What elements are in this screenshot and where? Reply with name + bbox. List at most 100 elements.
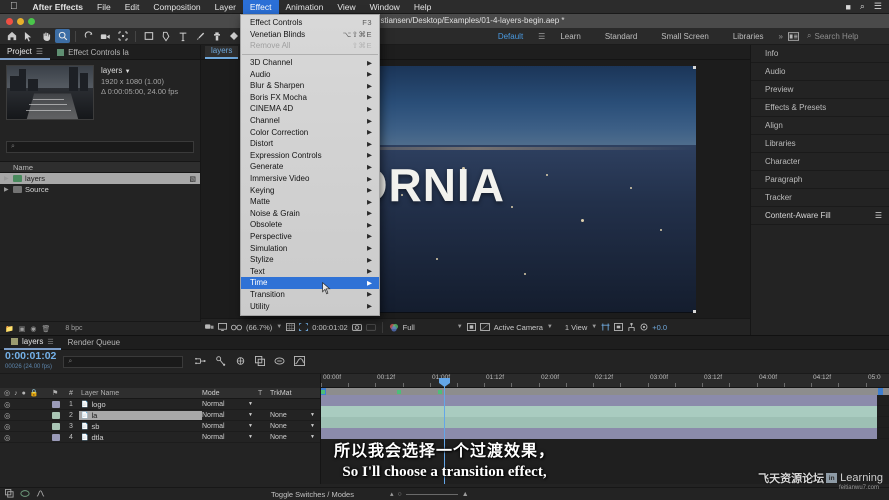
menu-item-perspective[interactable]: Perspective ▶ (241, 231, 379, 243)
graph-editor-icon[interactable] (294, 353, 306, 371)
chevron-down-icon[interactable]: ▼ (457, 324, 463, 330)
menu-item-audio[interactable]: Audio ▶ (241, 68, 379, 80)
menu-item-cinema-4d[interactable]: CINEMA 4D ▶ (241, 103, 379, 115)
motion-blur-toggle-icon[interactable] (20, 489, 30, 500)
table-row[interactable]: ◎ 1 📄 logo Normal ▼ (0, 399, 320, 410)
chevron-down-icon[interactable]: ▼ (276, 324, 282, 330)
view-layout-value[interactable]: 1 View (565, 323, 587, 332)
menu-item-simulation[interactable]: Simulation ▶ (241, 242, 379, 254)
menu-animation[interactable]: Animation (279, 0, 331, 14)
eraser-tool-icon[interactable] (226, 29, 241, 43)
sidebar-item-character[interactable]: Character (751, 153, 889, 171)
sidebar-item-libraries[interactable]: Libraries (751, 135, 889, 153)
eye-icon[interactable]: ◎ (4, 400, 11, 409)
sidebar-item-align[interactable]: Align (751, 117, 889, 135)
layer-switches[interactable]: ◎ (0, 411, 52, 420)
chevron-down-icon[interactable]: ▼ (310, 423, 315, 429)
monitor-icon[interactable] (218, 323, 227, 331)
track-row[interactable] (321, 417, 889, 428)
menu-window[interactable]: Window (363, 0, 407, 14)
menu-after-effects[interactable]: After Effects (26, 0, 91, 14)
project-row-source[interactable]: ▶ Source (0, 184, 200, 195)
menu-item-effect-controls[interactable]: Effect Controls F3 (241, 17, 379, 29)
chevron-down-icon[interactable]: ▼ (248, 401, 253, 407)
chevron-down-icon[interactable]: ▼ (547, 324, 553, 330)
project-search-input[interactable]: ⌕ (6, 141, 194, 153)
layer-label-color[interactable] (52, 422, 63, 430)
menu-item-generate[interactable]: Generate ▶ (241, 161, 379, 173)
table-row[interactable]: ◎ 3 📄 sb Normal ▼ None ▼ (0, 421, 320, 432)
tab-render-queue[interactable]: Render Queue (61, 336, 127, 350)
close-button[interactable] (6, 17, 13, 25)
table-row[interactable]: ◎ 4 📄 dtla Normal ▼ None ▼ (0, 432, 320, 443)
mask-icon[interactable] (479, 323, 490, 331)
workspace-settings-icon[interactable] (786, 29, 801, 43)
layer-name-cell[interactable]: 📄 logo (79, 400, 202, 409)
brush-tool-icon[interactable] (192, 29, 207, 43)
keyframe-marker[interactable] (438, 390, 442, 394)
work-area-end-handle[interactable] (878, 388, 883, 395)
table-row[interactable]: ◎ 2 📄 la Normal ▼ None ▼ (0, 410, 320, 421)
composition-flowchart-icon[interactable]: ▧ (189, 175, 200, 183)
control-center-icon[interactable]: ☰ (874, 1, 882, 12)
layer-name-cell[interactable]: 📄 la (79, 410, 202, 420)
menu-layer[interactable]: Layer (208, 0, 243, 14)
menu-item-venetian-blinds[interactable]: Venetian Blinds ⌥⇧⌘E (241, 29, 379, 41)
chevron-down-icon[interactable]: ▼ (248, 434, 253, 440)
menu-item-keying[interactable]: Keying ▶ (241, 184, 379, 196)
menu-item-stylize[interactable]: Stylize ▶ (241, 254, 379, 266)
maximize-button[interactable] (28, 17, 35, 25)
workspace-default[interactable]: Default (486, 28, 535, 45)
frame-blending-icon[interactable] (255, 353, 266, 371)
transparency-grid-icon[interactable] (466, 323, 476, 331)
region-of-interest-icon[interactable] (299, 323, 309, 331)
menu-help[interactable]: Help (407, 0, 438, 14)
hamburger-icon[interactable]: ☰ (535, 32, 548, 41)
sidebar-item-paragraph[interactable]: Paragraph (751, 171, 889, 189)
menu-item-obsolete[interactable]: Obsolete ▶ (241, 219, 379, 231)
zoom-slider-icon[interactable]: ○ (397, 491, 401, 498)
menu-composition[interactable]: Composition (146, 0, 207, 14)
menu-item-matte[interactable]: Matte ▶ (241, 196, 379, 208)
bit-depth-label[interactable]: 8 bpc (65, 325, 82, 332)
menu-item-channel[interactable]: Channel ▶ (241, 115, 379, 127)
timeline-search-input[interactable]: ⌕ (63, 355, 184, 368)
motion-blur-icon[interactable] (274, 353, 285, 371)
work-area-bar[interactable] (321, 388, 889, 395)
reset-exposure-icon[interactable] (640, 323, 648, 331)
tab-effect-controls[interactable]: Effect Controls la (50, 45, 136, 60)
search-icon[interactable]: ⌕ (860, 1, 865, 12)
menu-item-text[interactable]: Text ▶ (241, 265, 379, 277)
hide-shy-layers-icon[interactable] (235, 353, 246, 371)
clone-stamp-tool-icon[interactable] (209, 29, 224, 43)
layer-handle[interactable] (692, 309, 696, 313)
menu-view[interactable]: View (330, 0, 362, 14)
apple-icon[interactable]:  (8, 1, 26, 12)
track-row[interactable] (321, 428, 889, 439)
workspace-standard[interactable]: Standard (593, 28, 649, 45)
camera-tool-icon[interactable] (98, 29, 113, 43)
snapshot-icon[interactable] (351, 323, 362, 331)
new-folder-icon[interactable]: 📁 (5, 325, 14, 333)
timeline-icon[interactable] (614, 323, 624, 331)
layer-switches[interactable]: ◎ (0, 433, 52, 442)
current-time-value[interactable]: 0:00:01:02 (312, 323, 347, 332)
hand-tool-icon[interactable] (38, 29, 53, 43)
layer-handle[interactable] (692, 65, 696, 69)
grid-icon[interactable] (286, 323, 296, 331)
tab-project[interactable]: Project ☰ (0, 44, 51, 60)
layer-name-cell[interactable]: 📄 sb (79, 422, 202, 431)
chevron-down-icon[interactable]: ▼ (310, 412, 315, 418)
sidebar-item-info[interactable]: Info (751, 45, 889, 63)
menu-item-3d-channel[interactable]: 3D Channel ▶ (241, 57, 379, 69)
layer-name-cell[interactable]: 📄 dtla (79, 433, 202, 442)
menu-item-distort[interactable]: Distort ▶ (241, 138, 379, 150)
layer-bar[interactable] (321, 406, 877, 417)
minimize-button[interactable] (17, 17, 24, 25)
panel-menu-icon[interactable]: ☰ (36, 44, 43, 59)
search-help-field[interactable]: ⌕ Search Help (807, 31, 885, 41)
zoom-slider-track[interactable] (405, 493, 458, 495)
panel-menu-icon[interactable]: ☰ (47, 338, 53, 346)
frame-blending-toggle-icon[interactable] (5, 488, 14, 500)
layer-label-color[interactable] (52, 400, 63, 408)
